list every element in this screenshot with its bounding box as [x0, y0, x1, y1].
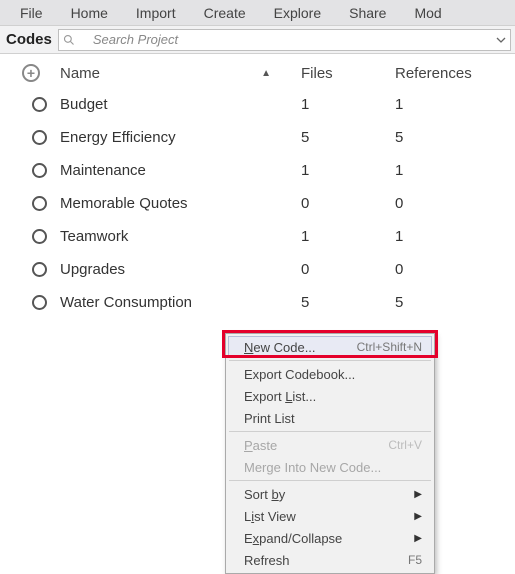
code-row[interactable]: Memorable Quotes 0 0 [16, 187, 511, 220]
context-merge: Merge Into New Code... [228, 456, 432, 478]
col-header-references[interactable]: References [395, 65, 511, 82]
menu-modules[interactable]: Mod [400, 2, 455, 24]
plus-icon: + [22, 64, 40, 82]
submenu-arrow-icon: ▶ [414, 511, 422, 522]
menu-home[interactable]: Home [57, 2, 122, 24]
panel-title: Codes [0, 31, 56, 48]
context-paste: Paste Ctrl+V [228, 434, 432, 456]
code-name: Energy Efficiency [60, 129, 301, 146]
context-print-list[interactable]: Print List [228, 407, 432, 429]
code-files: 1 [301, 228, 395, 245]
context-refresh[interactable]: Refresh F5 [228, 549, 432, 571]
shortcut-label: F5 [408, 553, 422, 567]
codes-list: + Name ▲ Files References Budget 1 1 Ene… [0, 54, 515, 319]
code-name: Maintenance [60, 162, 301, 179]
menu-explore[interactable]: Explore [260, 2, 335, 24]
sort-asc-icon: ▲ [261, 68, 271, 79]
menu-file[interactable]: File [6, 2, 57, 24]
code-files: 5 [301, 129, 395, 146]
code-name: Teamwork [60, 228, 301, 245]
submenu-arrow-icon: ▶ [414, 489, 422, 500]
code-files: 1 [301, 96, 395, 113]
circle-icon [32, 97, 47, 112]
code-name: Budget [60, 96, 301, 113]
context-list-view[interactable]: List View ▶ [228, 505, 432, 527]
separator [229, 431, 431, 432]
code-row[interactable]: Budget 1 1 [16, 88, 511, 121]
code-refs: 1 [395, 96, 511, 113]
context-new-code[interactable]: New Code... Ctrl+Shift+N [228, 336, 432, 358]
context-sort-by[interactable]: Sort by ▶ [228, 483, 432, 505]
circle-icon [32, 229, 47, 244]
code-refs: 1 [395, 228, 511, 245]
menu-create[interactable]: Create [190, 2, 260, 24]
circle-icon [32, 295, 47, 310]
code-files: 0 [301, 261, 395, 278]
code-name: Memorable Quotes [60, 195, 301, 212]
code-refs: 0 [395, 261, 511, 278]
toolbar: Codes [0, 26, 515, 54]
shortcut-label: Ctrl+V [388, 438, 422, 452]
context-export-codebook[interactable]: Export Codebook... [228, 363, 432, 385]
circle-icon [32, 130, 47, 145]
menu-share[interactable]: Share [335, 2, 400, 24]
code-name: Water Consumption [60, 294, 301, 311]
context-expand-collapse[interactable]: Expand/Collapse ▶ [228, 527, 432, 549]
add-code-button[interactable]: + [16, 64, 60, 82]
code-files: 0 [301, 195, 395, 212]
context-export-list[interactable]: Export List... [228, 385, 432, 407]
code-refs: 5 [395, 129, 511, 146]
circle-icon [32, 262, 47, 277]
menu-import[interactable]: Import [122, 2, 190, 24]
chevron-down-icon[interactable] [496, 35, 506, 45]
circle-icon [32, 163, 47, 178]
code-files: 5 [301, 294, 395, 311]
code-row[interactable]: Water Consumption 5 5 [16, 286, 511, 319]
code-refs: 0 [395, 195, 511, 212]
search-input[interactable] [81, 32, 496, 47]
code-row[interactable]: Teamwork 1 1 [16, 220, 511, 253]
code-files: 1 [301, 162, 395, 179]
code-name: Upgrades [60, 261, 301, 278]
col-header-files[interactable]: Files [301, 65, 395, 82]
col-header-name[interactable]: Name ▲ [60, 65, 301, 82]
menubar: File Home Import Create Explore Share Mo… [0, 0, 515, 26]
column-headers: + Name ▲ Files References [16, 64, 511, 88]
separator [229, 360, 431, 361]
search-field[interactable] [58, 29, 511, 51]
code-row[interactable]: Upgrades 0 0 [16, 253, 511, 286]
code-refs: 5 [395, 294, 511, 311]
circle-icon [32, 196, 47, 211]
shortcut-label: Ctrl+Shift+N [357, 340, 422, 354]
separator [229, 480, 431, 481]
code-row[interactable]: Energy Efficiency 5 5 [16, 121, 511, 154]
code-row[interactable]: Maintenance 1 1 [16, 154, 511, 187]
code-refs: 1 [395, 162, 511, 179]
context-menu: New Code... Ctrl+Shift+N Export Codebook… [225, 333, 435, 574]
submenu-arrow-icon: ▶ [414, 533, 422, 544]
search-icon [63, 34, 75, 46]
